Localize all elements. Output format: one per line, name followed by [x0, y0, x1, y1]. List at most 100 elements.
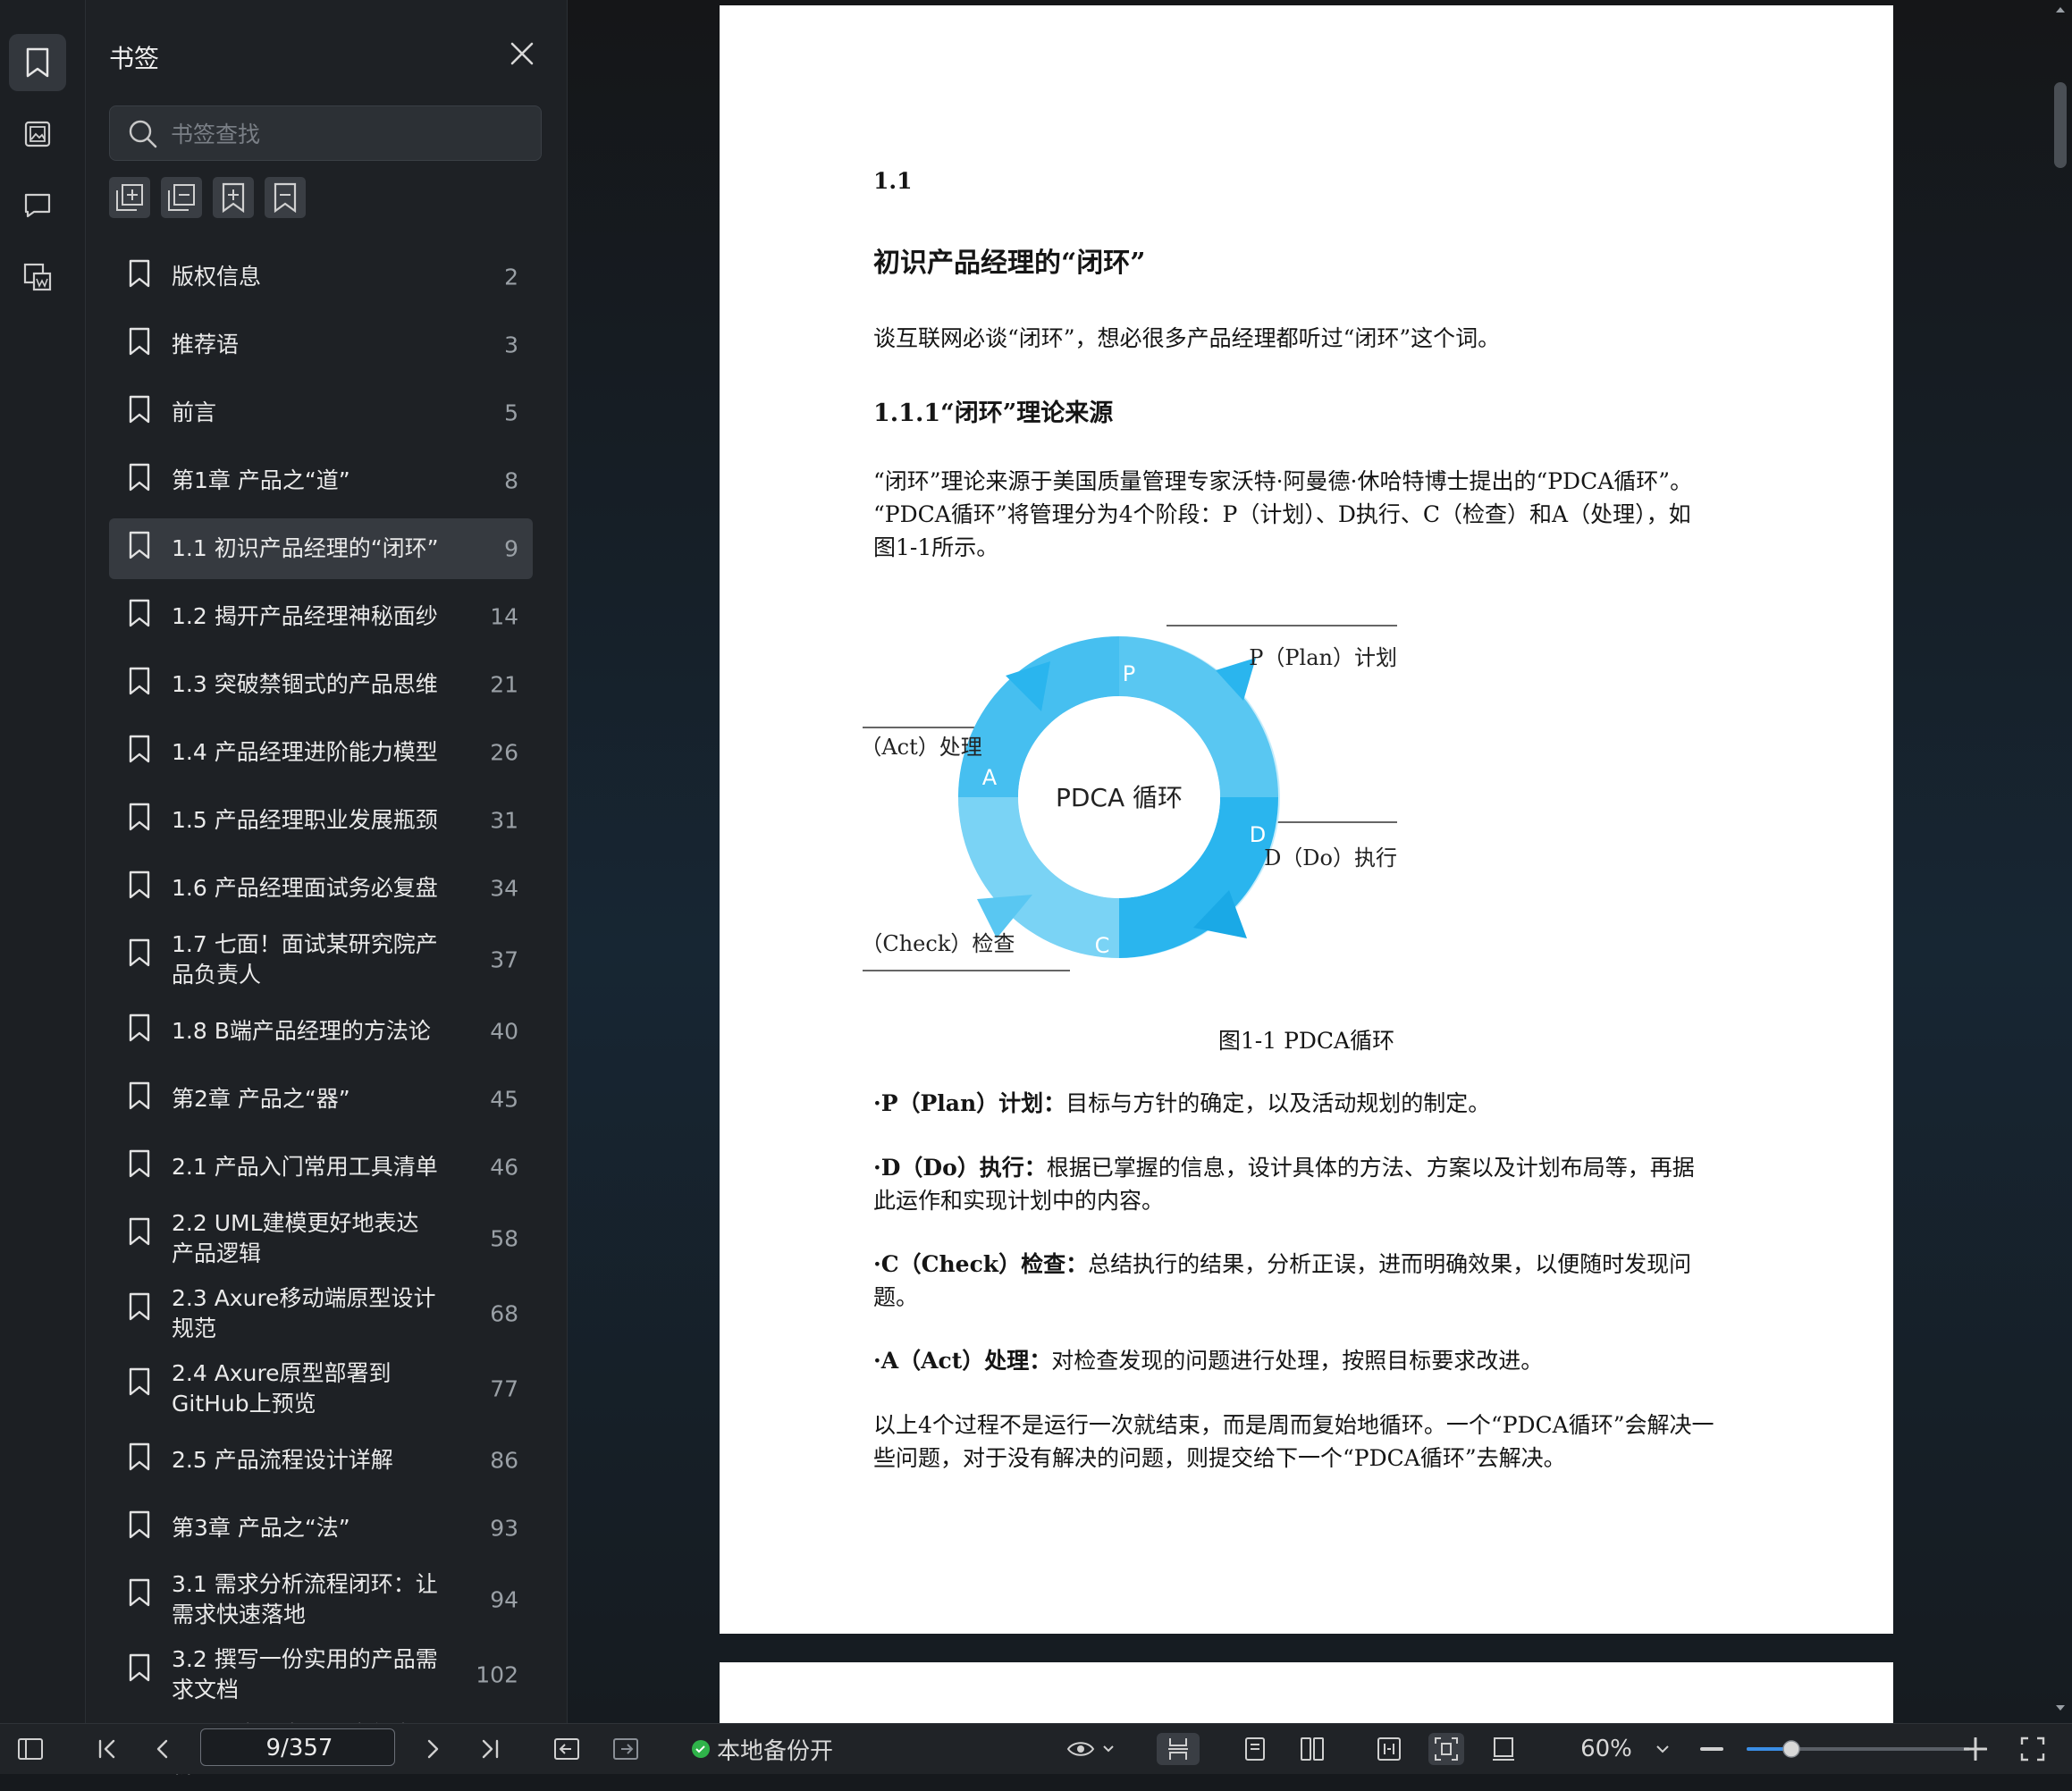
- bookmark-page: 9: [504, 535, 518, 562]
- expand-all-icon[interactable]: [109, 177, 150, 218]
- comment-icon[interactable]: [9, 177, 66, 234]
- bookmark-label: 第2章 产品之“器”: [172, 1086, 350, 1112]
- bookmark-icon: [127, 1013, 152, 1046]
- bookmark-item[interactable]: 2.5 产品流程设计详解 86: [109, 1430, 533, 1491]
- page-number-input[interactable]: [201, 1729, 398, 1767]
- document-scrollbar[interactable]: [2054, 82, 2067, 168]
- forward-icon[interactable]: [608, 1733, 644, 1765]
- bookmark-item[interactable]: 2.1 产品入门常用工具清单 46: [109, 1137, 533, 1198]
- bookmark-label: 3.2 撰写一份实用的产品需求文档: [172, 1646, 438, 1703]
- bookmark-label: 前言: [172, 399, 217, 425]
- fit-page-icon[interactable]: [1428, 1733, 1464, 1765]
- bookmark-page: 46: [490, 1154, 518, 1181]
- eye-mode-icon[interactable]: [1060, 1733, 1123, 1765]
- bookmark-label: 3.1 需求分析流程闭环：让需求快速落地: [172, 1571, 438, 1627]
- bookmark-icon: [127, 803, 152, 835]
- bookmark-item[interactable]: 版权信息 2: [109, 247, 533, 307]
- bookmark-item[interactable]: 2.2 UML建模更好地表达产品逻辑 58: [109, 1205, 533, 1273]
- first-page-icon[interactable]: [89, 1733, 125, 1765]
- bookmark-item[interactable]: 2.4 Axure原型部署到GitHub上预览 77: [109, 1355, 533, 1423]
- bookmark-item[interactable]: 1.4 产品经理进阶能力模型 26: [109, 722, 533, 783]
- bookmark-item[interactable]: 推荐语 3: [109, 315, 533, 375]
- bookmark-item[interactable]: 3.2 撰写一份实用的产品需求文档 102: [109, 1641, 533, 1709]
- bookmark-item[interactable]: 前言 5: [109, 383, 533, 443]
- backup-status[interactable]: 本地备份开: [717, 1733, 833, 1765]
- bookmark-page: 26: [490, 739, 518, 766]
- fit-width-icon[interactable]: [1371, 1733, 1407, 1765]
- single-page-icon[interactable]: [1237, 1733, 1273, 1765]
- document-viewer: 1.1 初识产品经理的“闭环” 谈互联网必谈“闭环”，想必很多产品经理都听过“闭…: [568, 0, 2072, 1734]
- remove-bookmark-icon[interactable]: [265, 177, 306, 218]
- bookmark-label: 2.1 产品入门常用工具清单: [172, 1154, 438, 1180]
- bookmark-icon: [127, 1442, 152, 1475]
- collapse-all-icon[interactable]: [161, 177, 202, 218]
- bookmark-item[interactable]: 1.2 揭开产品经理神秘面纱 14: [109, 586, 533, 647]
- bookmark-page: 40: [490, 1018, 518, 1045]
- paragraph-line: “PDCA循环”将管理分为4个阶段：P（计划）、D执行、C（检查）和A（处理），…: [873, 501, 1691, 527]
- bookmark-label: 1.3 突破禁锢式的产品思维: [172, 671, 438, 697]
- two-page-icon[interactable]: [1294, 1733, 1330, 1765]
- panel-title: 书签: [109, 44, 160, 73]
- bookmark-item[interactable]: 1.8 B端产品经理的方法论 40: [109, 1001, 533, 1062]
- bookmark-label: 2.4 Axure原型部署到GitHub上预览: [172, 1360, 392, 1417]
- zoom-level[interactable]: 60%: [1573, 1733, 1639, 1765]
- bookmark-item[interactable]: 1.6 产品经理面试务必复盘 34: [109, 858, 533, 919]
- zoom-out-icon[interactable]: [1697, 1733, 1727, 1765]
- bookmark-item[interactable]: 1.1 初识产品经理的“闭环” 9: [109, 518, 533, 579]
- close-icon[interactable]: [508, 39, 536, 68]
- diagram-p-label: P: [1123, 661, 1135, 686]
- toggle-sidebar-icon[interactable]: [13, 1733, 48, 1765]
- bookmark-item[interactable]: 第3章 产品之“法” 93: [109, 1498, 533, 1559]
- bookmark-page: 3: [504, 332, 518, 358]
- bookmark-item[interactable]: 第2章 产品之“器” 45: [109, 1069, 533, 1130]
- diagram-d-label: D: [1250, 822, 1266, 847]
- pdca-diagram: PDCA 循环 P D C A P（Plan）计划 A（Act）处理 D（Do）…: [863, 625, 1397, 971]
- figure-caption: 图1-1 PDCA循环: [1217, 1028, 1395, 1054]
- bookmark-icon: [127, 531, 152, 563]
- next-page-icon[interactable]: [415, 1733, 451, 1765]
- zoom-dropdown-icon[interactable]: [1652, 1733, 1673, 1765]
- bookmark-page: 31: [490, 807, 518, 834]
- bookmark-item[interactable]: 1.3 突破禁锢式的产品思维 21: [109, 654, 533, 715]
- previous-page-icon[interactable]: [145, 1733, 181, 1765]
- back-icon[interactable]: [549, 1733, 585, 1765]
- bookmark-icon: [127, 1292, 152, 1324]
- fullscreen-icon[interactable]: [2015, 1733, 2051, 1765]
- bookmark-item[interactable]: 1.7 七面！面试某研究院产品负责人 37: [109, 926, 533, 994]
- search-input[interactable]: [169, 115, 530, 153]
- definition-term: ·P（Plan）计划：: [873, 1090, 1066, 1116]
- bookmark-icon: [127, 1081, 152, 1114]
- bookmark-item[interactable]: 1.5 产品经理职业发展瓶颈 31: [109, 790, 533, 851]
- bookmark-icon: [127, 938, 152, 971]
- bookmark-page: 8: [504, 467, 518, 494]
- paragraph-line: “闭环”理论来源于美国质量管理专家沃特·阿曼德·休哈特博士提出的“PDCA循环”…: [873, 468, 1693, 494]
- bookmark-icon: [127, 463, 152, 495]
- image-icon[interactable]: [9, 105, 66, 163]
- zoom-in-icon[interactable]: [1959, 1733, 1992, 1765]
- bookmark-label: 1.5 产品经理职业发展瓶颈: [172, 807, 438, 833]
- last-page-icon[interactable]: [472, 1733, 508, 1765]
- definition-term: ·C（Check）检查：: [873, 1251, 1089, 1277]
- add-bookmark-icon[interactable]: [213, 177, 254, 218]
- definition-term: ·D（Do）执行：: [873, 1155, 1047, 1181]
- zoom-slider[interactable]: [1747, 1733, 1970, 1765]
- continuous-scroll-icon[interactable]: [1157, 1733, 1200, 1765]
- bookmark-icon[interactable]: [9, 34, 66, 91]
- thumbnail-icon[interactable]: [9, 248, 66, 306]
- bookmark-icon: [127, 870, 152, 903]
- bookmark-icon: [127, 1578, 152, 1610]
- scroll-down-icon[interactable]: [2054, 1703, 2067, 1712]
- bookmark-icon: [127, 1217, 152, 1249]
- scroll-up-icon[interactable]: [2054, 5, 2067, 14]
- actual-size-icon[interactable]: [1486, 1733, 1521, 1765]
- bookmark-item[interactable]: 2.3 Axure移动端原型设计规范 68: [109, 1280, 533, 1348]
- definition-term: ·A（Act）处理：: [873, 1348, 1052, 1374]
- bookmark-label: 推荐语: [172, 332, 240, 357]
- document-page: 1.1 初识产品经理的“闭环” 谈互联网必谈“闭环”，想必很多产品经理都听过“闭…: [720, 5, 1893, 1634]
- bookmark-icon: [127, 1510, 152, 1543]
- bookmark-item[interactable]: 第1章 产品之“道” 8: [109, 450, 533, 511]
- bookmark-item[interactable]: 3.1 需求分析流程闭环：让需求快速落地 94: [109, 1566, 533, 1634]
- search-icon: [129, 120, 157, 148]
- backup-status-dot: [688, 1733, 713, 1765]
- bookmark-label: 版权信息: [172, 264, 262, 290]
